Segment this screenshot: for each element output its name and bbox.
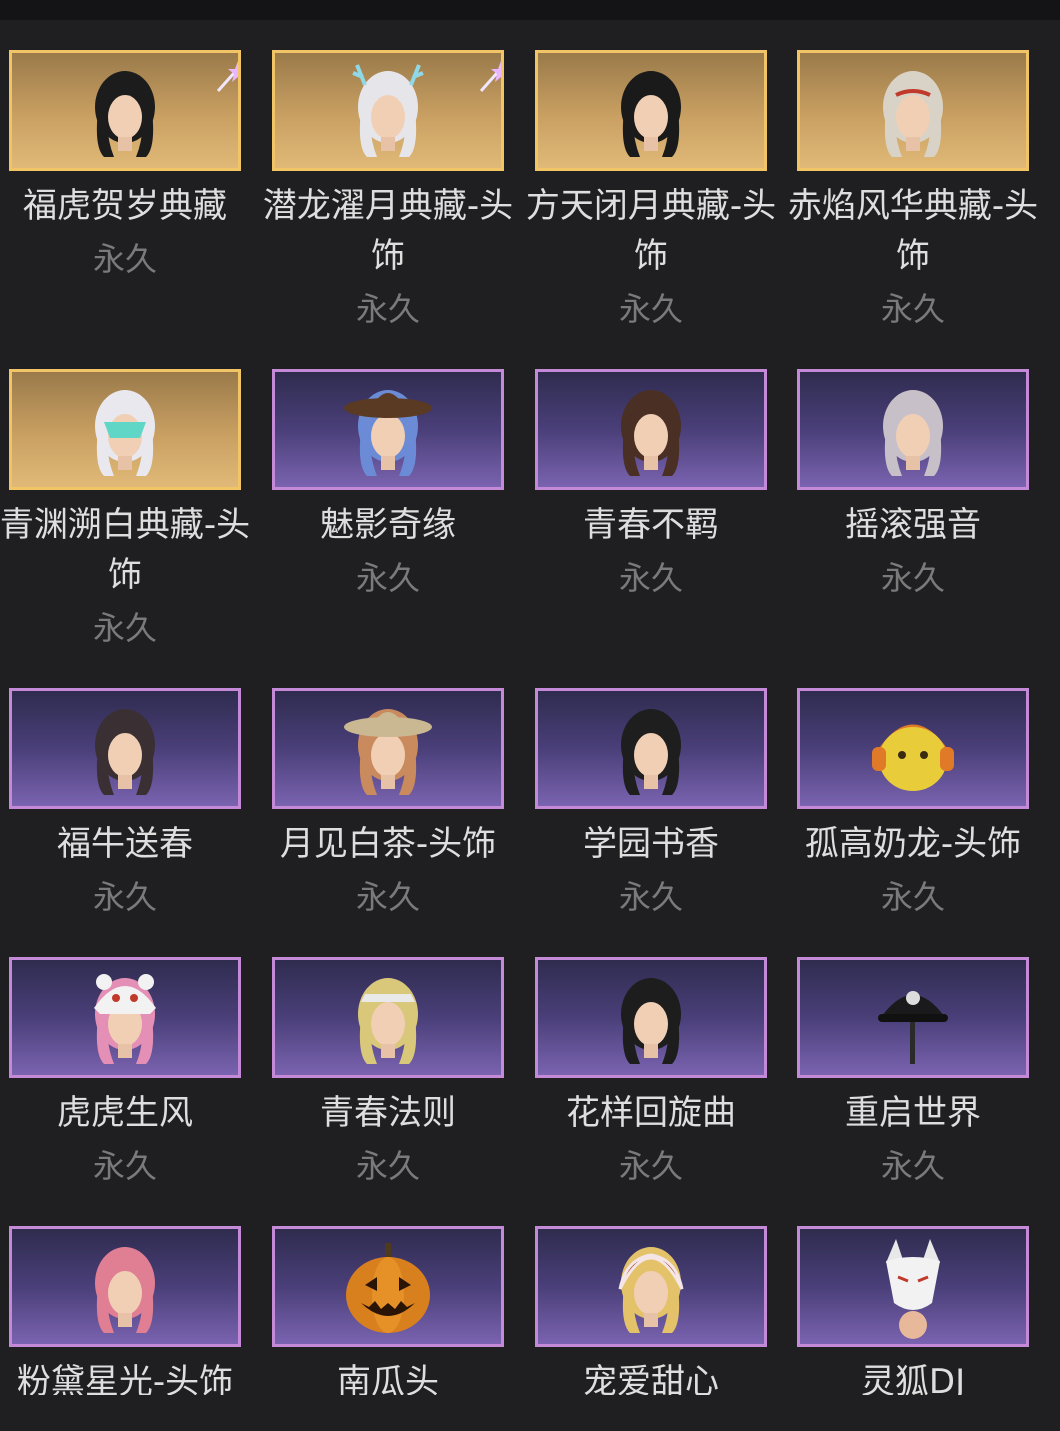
braids-headband-avatar-icon (621, 978, 681, 1064)
item-name: 福虎贺岁典藏 (23, 186, 227, 226)
item-duration: 永久 (880, 559, 945, 597)
item-duration: 永久 (355, 878, 420, 916)
dark-updo-avatar-icon (621, 71, 681, 157)
item-duration: 永久 (880, 878, 945, 916)
item-name: 青春不羁 (583, 505, 719, 545)
item-duration: 永久 (92, 878, 157, 916)
item-duration: 永久 (92, 1147, 157, 1185)
item-name: 青渊溯白典藏-头饰 (0, 505, 251, 595)
item-name: 灵狐DJ (860, 1362, 966, 1395)
item-duration: 永久 (618, 1147, 683, 1185)
item-duration: 永久 (355, 559, 420, 597)
item-name: 学园书香 (583, 824, 719, 864)
item-name: 福牛送春 (57, 824, 193, 864)
item-thumbnail[interactable] (9, 688, 241, 809)
item-name: 摇滚强音 (845, 505, 981, 545)
item-name: 粉黛星光-头饰 (16, 1362, 234, 1395)
dark-long-hair-avatar-icon (95, 71, 155, 157)
tiger-hood-avatar-icon (94, 974, 156, 1064)
item-name: 虎虎生风 (57, 1093, 193, 1133)
silver-pink-hair-avatar-icon (883, 390, 943, 476)
item-name: 孤高奶龙-头饰 (804, 824, 1022, 864)
item-name: 魅影奇缘 (320, 505, 456, 545)
item-thumbnail[interactable] (535, 1226, 767, 1347)
item-thumbnail[interactable] (535, 688, 767, 809)
bun-hair-avatar-icon (95, 709, 155, 795)
item-duration: 永久 (880, 1147, 945, 1185)
item-name: 潜龙濯月典藏-头饰 (262, 186, 514, 276)
item-name: 南瓜头 (337, 1362, 439, 1395)
item-thumbnail[interactable] (535, 50, 767, 171)
item-thumbnail[interactable] (9, 957, 241, 1078)
item-thumbnail[interactable] (272, 688, 504, 809)
item-name: 赤焰风华典藏-头饰 (787, 186, 1039, 276)
item-thumbnail[interactable] (9, 369, 241, 490)
bottom-edge (0, 1395, 1060, 1431)
silver-hair-red-band-avatar-icon (883, 71, 943, 157)
white-antler-hair-avatar-icon (352, 64, 424, 157)
blonde-visor-avatar-icon (358, 978, 418, 1064)
item-thumbnail[interactable] (797, 1226, 1029, 1347)
item-duration: 永久 (618, 559, 683, 597)
item-duration: 永久 (92, 609, 157, 647)
item-thumbnail[interactable] (9, 50, 241, 171)
item-thumbnail[interactable] (797, 957, 1029, 1078)
item-thumbnail[interactable] (535, 369, 767, 490)
headwear-grid: 福虎贺岁典藏 永久 潜龙濯月典藏-头饰 永久 方天闭月典藏-头饰 永久 赤焰风华典藏-头饰永… (0, 0, 1060, 1395)
item-duration: 永久 (92, 240, 157, 278)
lace-bonnet-avatar-icon (618, 1247, 684, 1333)
straw-sunhat-avatar-icon (344, 709, 432, 795)
item-name: 青春法则 (320, 1093, 456, 1133)
black-cap-icon (878, 991, 948, 1064)
item-thumbnail[interactable] (272, 957, 504, 1078)
fox-mask-avatar-icon (886, 1239, 940, 1339)
witch-hat-avatar-icon (344, 390, 432, 476)
pumpkin-head-icon (346, 1243, 430, 1333)
item-thumbnail[interactable] (272, 50, 504, 171)
item-name: 方天闭月典藏-头饰 (525, 186, 777, 276)
item-duration: 永久 (618, 878, 683, 916)
item-duration: 永久 (618, 290, 683, 328)
item-name: 重启世界 (845, 1093, 981, 1133)
pink-hair-avatar-icon (95, 1247, 155, 1333)
item-name: 花样回旋曲 (566, 1093, 736, 1133)
item-thumbnail[interactable] (272, 369, 504, 490)
item-thumbnail[interactable] (272, 1226, 504, 1347)
item-duration: 永久 (355, 1147, 420, 1185)
item-thumbnail[interactable] (797, 369, 1029, 490)
item-name: 月见白茶-头饰 (279, 824, 497, 864)
item-name: 宠爱甜心 (583, 1362, 719, 1395)
item-duration: 永久 (355, 290, 420, 328)
braided-hair-avatar-icon (621, 709, 681, 795)
item-thumbnail[interactable] (797, 688, 1029, 809)
item-thumbnail[interactable] (797, 50, 1029, 171)
item-thumbnail[interactable] (9, 1226, 241, 1347)
item-thumbnail[interactable] (535, 957, 767, 1078)
yellow-dragon-headphones-icon (872, 724, 954, 791)
item-duration: 永久 (880, 290, 945, 328)
bob-hair-avatar-icon (621, 390, 681, 476)
teal-visor-avatar-icon (95, 390, 155, 476)
